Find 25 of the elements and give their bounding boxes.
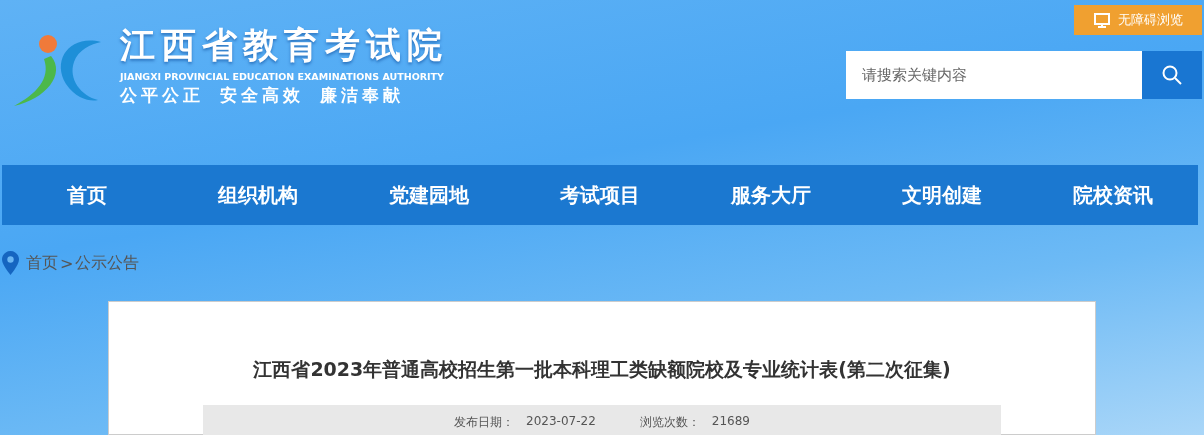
article-title: 江西省2023年普通高校招生第一批本科理工类缺额院校及专业统计表(第二次征集) xyxy=(252,357,952,382)
site-subtitle: JIANGXI PROVINCIAL EDUCATION EXAMINATIONS AUTHORITY xyxy=(120,70,445,82)
nav-link[interactable]: 服务大厅 xyxy=(685,165,857,225)
location-pin-icon xyxy=(2,251,19,275)
nav-link[interactable]: 组织机构 xyxy=(172,165,344,225)
meta-value: 21689 xyxy=(711,413,750,430)
nav-link[interactable]: 文明创建 xyxy=(856,165,1028,225)
monitor-icon xyxy=(1093,12,1110,28)
site-title: 江西省教育考试院 xyxy=(120,23,448,67)
motto-text: 廉洁奉献 xyxy=(320,83,404,107)
nav-link[interactable]: 考试项目 xyxy=(514,165,686,225)
search-button[interactable] xyxy=(1142,51,1202,99)
breadcrumb-current: 公示公告 xyxy=(75,252,140,274)
meta-label: 发布日期： xyxy=(454,413,515,431)
nav-link[interactable]: 党建园地 xyxy=(343,165,515,225)
breadcrumb-link[interactable]: 首页 xyxy=(26,252,58,274)
search-icon xyxy=(1162,65,1182,85)
meta-value: 2023-07-22 xyxy=(526,413,596,430)
motto-text: 安全高效 xyxy=(220,83,304,107)
search-field[interactable]: 请搜索关键内容 xyxy=(846,51,1142,99)
meta-label: 浏览次数： xyxy=(639,413,700,431)
motto-text: 公平公正 xyxy=(120,83,204,107)
breadcrumb-separator: > xyxy=(60,253,74,273)
nav-link[interactable]: 院校资讯 xyxy=(1027,165,1198,225)
nav-link[interactable]: 首页 xyxy=(2,165,173,225)
